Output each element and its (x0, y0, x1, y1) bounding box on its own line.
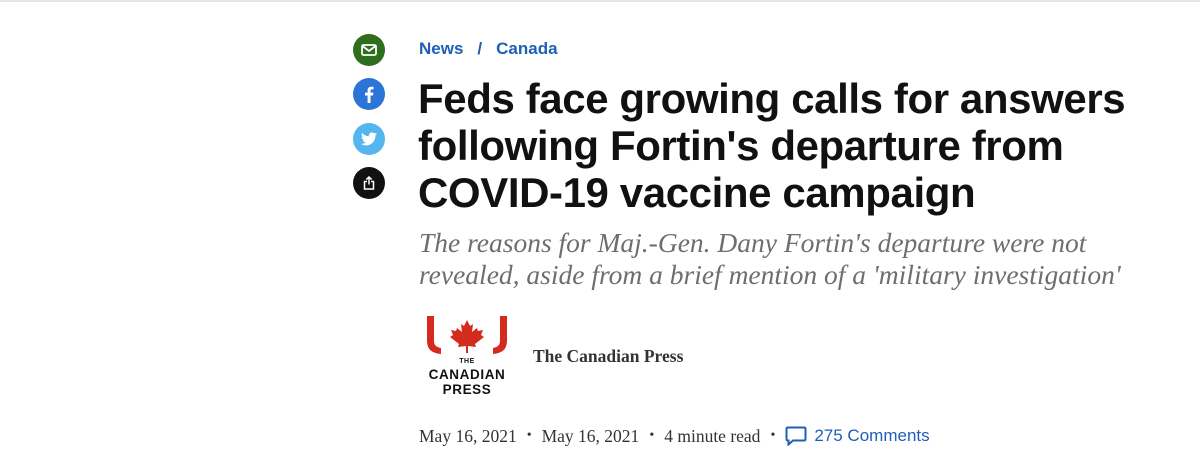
facebook-icon (365, 86, 374, 103)
top-divider (0, 0, 1200, 2)
article-headline: Feds face growing calls for answers foll… (418, 75, 1126, 216)
more-share-button[interactable] (353, 167, 385, 199)
email-icon (361, 44, 377, 56)
author-name-link[interactable]: The Canadian Press (533, 346, 683, 367)
read-time: 4 minute read (664, 425, 761, 446)
logo-canadian-text: CANADIAN (428, 367, 506, 382)
comments-count: 275 Comments (814, 426, 930, 445)
meta-separator: • (770, 428, 776, 443)
breadcrumb-canada-link[interactable]: Canada (496, 39, 557, 58)
twitter-icon (361, 132, 377, 146)
share-icon (363, 176, 375, 190)
twitter-share-button[interactable] (353, 123, 385, 155)
logo-press-text: PRESS (442, 382, 492, 397)
comments-link[interactable]: 275 Comments (785, 426, 930, 446)
breadcrumb-separator: / (477, 39, 483, 58)
published-date: May 16, 2021 (419, 425, 517, 446)
breadcrumb-news-link[interactable]: News (419, 39, 463, 58)
breadcrumb: News / Canada (419, 39, 558, 59)
facebook-share-button[interactable] (353, 78, 385, 110)
article-meta: May 16, 2021 • May 16, 2021 • 4 minute r… (419, 423, 930, 449)
meta-separator: • (526, 428, 532, 443)
meta-separator: • (649, 428, 655, 443)
updated-date: May 16, 2021 (541, 425, 640, 446)
comment-bubble-icon (785, 426, 807, 446)
email-share-button[interactable] (353, 34, 385, 66)
canadian-press-logo[interactable]: THE CANADIAN PRESS (417, 314, 517, 400)
logo-the-text: THE (459, 358, 475, 365)
article-deck: The reasons for Maj.-Gen. Dany Fortin's … (419, 227, 1121, 290)
maple-leaf-logo-icon (427, 316, 507, 354)
